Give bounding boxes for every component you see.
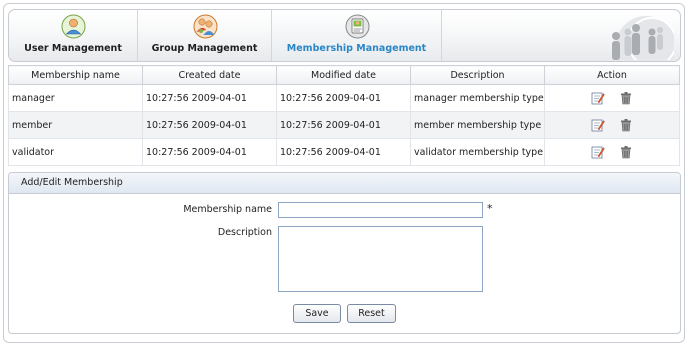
column-header-modified-date[interactable]: Modified date bbox=[276, 65, 411, 85]
tab-user-management[interactable]: User Management bbox=[9, 10, 138, 61]
membership-name-label: Membership name bbox=[183, 204, 272, 215]
table-row: member 10:27:56 2009-04-01 10:27:56 2009… bbox=[8, 111, 680, 139]
edit-icon[interactable] bbox=[591, 145, 606, 159]
edit-icon[interactable] bbox=[591, 91, 606, 105]
cell-membership-name: manager bbox=[8, 84, 143, 112]
people-watermark-icon bbox=[612, 16, 674, 60]
panel-title: Add/Edit Membership bbox=[9, 173, 680, 194]
cell-modified-date: 10:27:56 2009-04-01 bbox=[276, 84, 411, 112]
cell-membership-name: member bbox=[8, 111, 143, 139]
cell-created-date: 10:27:56 2009-04-01 bbox=[142, 84, 277, 112]
cell-membership-name: validator bbox=[8, 138, 143, 166]
edit-icon[interactable] bbox=[591, 118, 606, 132]
column-header-created-date[interactable]: Created date bbox=[142, 65, 277, 85]
column-header-description[interactable]: Description bbox=[410, 65, 545, 85]
description-textarea[interactable] bbox=[278, 226, 483, 292]
cell-description: manager membership type bbox=[410, 84, 545, 112]
cell-description: validator membership type bbox=[410, 138, 545, 166]
add-edit-membership-panel: Add/Edit Membership Membership name * De… bbox=[8, 172, 681, 334]
trash-icon[interactable] bbox=[619, 91, 633, 105]
cell-description: member membership type bbox=[410, 111, 545, 139]
user-icon bbox=[61, 14, 86, 39]
membership-table: Membership name Created date Modified da… bbox=[8, 65, 680, 166]
cell-action bbox=[544, 111, 680, 139]
reset-button[interactable]: Reset bbox=[347, 304, 396, 323]
save-button[interactable]: Save bbox=[293, 304, 341, 323]
cell-action bbox=[544, 138, 680, 166]
tab-label: Group Management bbox=[151, 43, 258, 54]
tab-membership-management[interactable]: Membership Management bbox=[272, 10, 442, 61]
membership-name-input[interactable] bbox=[278, 202, 483, 218]
table-row: validator 10:27:56 2009-04-01 10:27:56 2… bbox=[8, 138, 680, 166]
cell-modified-date: 10:27:56 2009-04-01 bbox=[276, 111, 411, 139]
cell-modified-date: 10:27:56 2009-04-01 bbox=[276, 138, 411, 166]
description-label: Description bbox=[217, 227, 272, 238]
table-header-row: Membership name Created date Modified da… bbox=[8, 65, 680, 85]
trash-icon[interactable] bbox=[619, 145, 633, 159]
trash-icon[interactable] bbox=[619, 118, 633, 132]
cell-created-date: 10:27:56 2009-04-01 bbox=[142, 138, 277, 166]
cell-action bbox=[544, 84, 680, 112]
membership-icon bbox=[345, 14, 369, 39]
tab-group-management[interactable]: Group Management bbox=[138, 10, 272, 61]
tab-label: Membership Management bbox=[286, 43, 427, 54]
management-toolbar: User Management Group Management Members… bbox=[8, 9, 681, 62]
tab-label: User Management bbox=[24, 43, 122, 54]
column-header-action: Action bbox=[544, 65, 680, 85]
table-row: manager 10:27:56 2009-04-01 10:27:56 200… bbox=[8, 84, 680, 112]
required-marker: * bbox=[487, 202, 493, 215]
group-icon bbox=[193, 14, 217, 39]
cell-created-date: 10:27:56 2009-04-01 bbox=[142, 111, 277, 139]
column-header-membership-name[interactable]: Membership name bbox=[8, 65, 143, 85]
